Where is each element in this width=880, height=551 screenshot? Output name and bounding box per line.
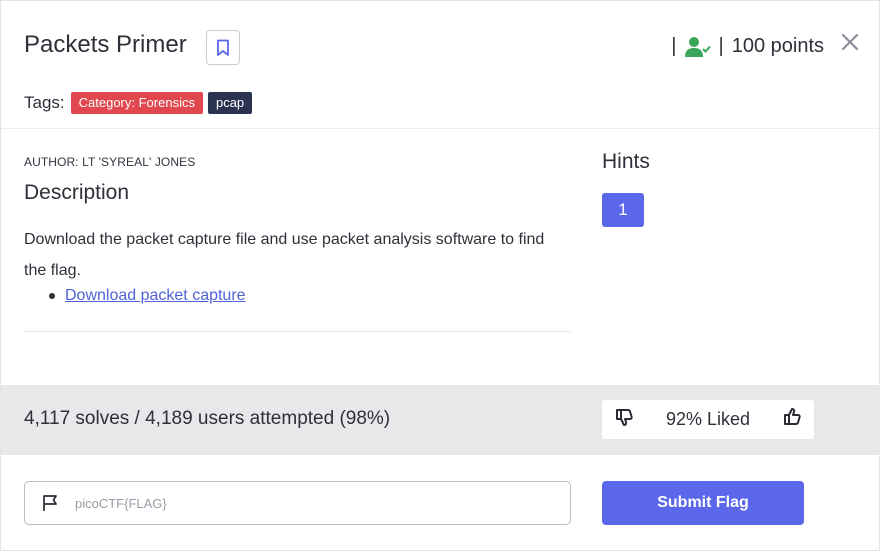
bullet: [49, 293, 55, 299]
user-check-icon: [684, 36, 711, 57]
close-icon: [841, 33, 859, 51]
like-button[interactable]: [782, 407, 802, 432]
challenge-title: Packets Primer: [24, 31, 187, 58]
tag-pcap[interactable]: pcap: [207, 92, 253, 114]
meta-separator: |: [718, 35, 724, 57]
likes-box: 92% Liked: [602, 400, 814, 439]
thumbs-down-icon: [616, 409, 633, 426]
tags-row: Tags: Category: Forensics pcap: [24, 92, 253, 114]
points-value: 100 points: [731, 35, 824, 57]
hints-heading: Hints: [602, 150, 650, 173]
download-packet-capture-link[interactable]: Download packet capture: [65, 287, 246, 305]
close-button[interactable]: [841, 33, 861, 53]
meta-separator: |: [671, 35, 677, 57]
divider: [24, 331, 571, 332]
flag-field[interactable]: [24, 481, 571, 525]
solves-text: 4,117 solves / 4,189 users attempted (98…: [24, 408, 391, 429]
thumbs-up-icon: [784, 408, 801, 425]
flag-input[interactable]: [75, 495, 515, 511]
submit-flag-button[interactable]: Submit Flag: [602, 481, 804, 525]
download-list-item: Download packet capture: [49, 287, 246, 305]
hint-button-1[interactable]: 1: [602, 193, 644, 227]
dislike-button[interactable]: [614, 407, 634, 432]
tags-label: Tags:: [24, 93, 65, 112]
flag-icon: [43, 495, 57, 511]
stats-bar: 4,117 solves / 4,189 users attempted (98…: [1, 385, 880, 455]
bookmark-button[interactable]: [206, 30, 240, 65]
description-text: Download the packet capture file and use…: [24, 231, 545, 279]
tag-category-forensics[interactable]: Category: Forensics: [70, 92, 203, 114]
liked-percentage: 92% Liked: [665, 409, 751, 429]
modal-header: Packets Primer | | 100 points Tags: Cate…: [1, 1, 880, 129]
author-line: AUTHOR: LT 'SYREAL' JONES: [24, 155, 196, 169]
challenge-modal: Packets Primer | | 100 points Tags: Cate…: [0, 0, 880, 551]
challenge-meta: | | 100 points: [671, 35, 824, 58]
bookmark-icon: [217, 39, 229, 56]
description-heading: Description: [24, 181, 130, 204]
